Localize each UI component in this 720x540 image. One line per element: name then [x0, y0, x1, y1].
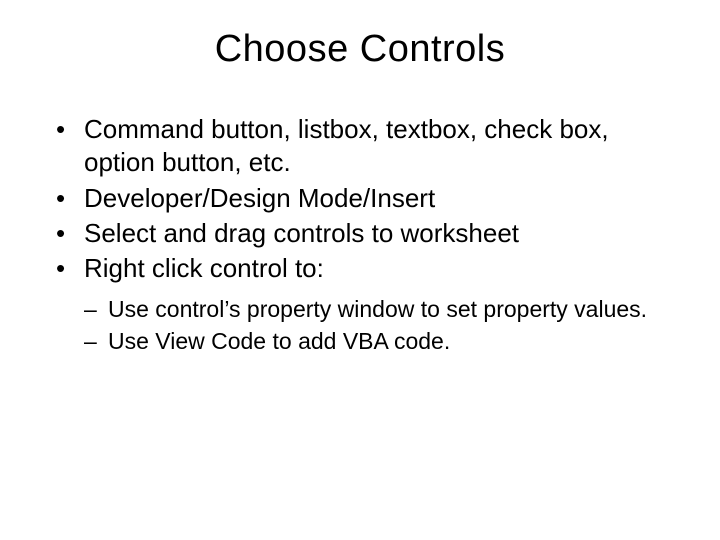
slide-title: Choose Controls: [42, 28, 678, 71]
list-item: Command button, listbox, textbox, check …: [56, 113, 678, 180]
bullet-list: Command button, listbox, textbox, check …: [42, 113, 678, 285]
list-item: Use control’s property window to set pro…: [84, 295, 678, 324]
slide: Choose Controls Command button, listbox,…: [0, 0, 720, 540]
list-item: Developer/Design Mode/Insert: [56, 182, 678, 215]
sub-bullet-list: Use control’s property window to set pro…: [42, 295, 678, 356]
list-item: Use View Code to add VBA code.: [84, 327, 678, 356]
list-item: Select and drag controls to worksheet: [56, 217, 678, 250]
list-item: Right click control to:: [56, 252, 678, 285]
